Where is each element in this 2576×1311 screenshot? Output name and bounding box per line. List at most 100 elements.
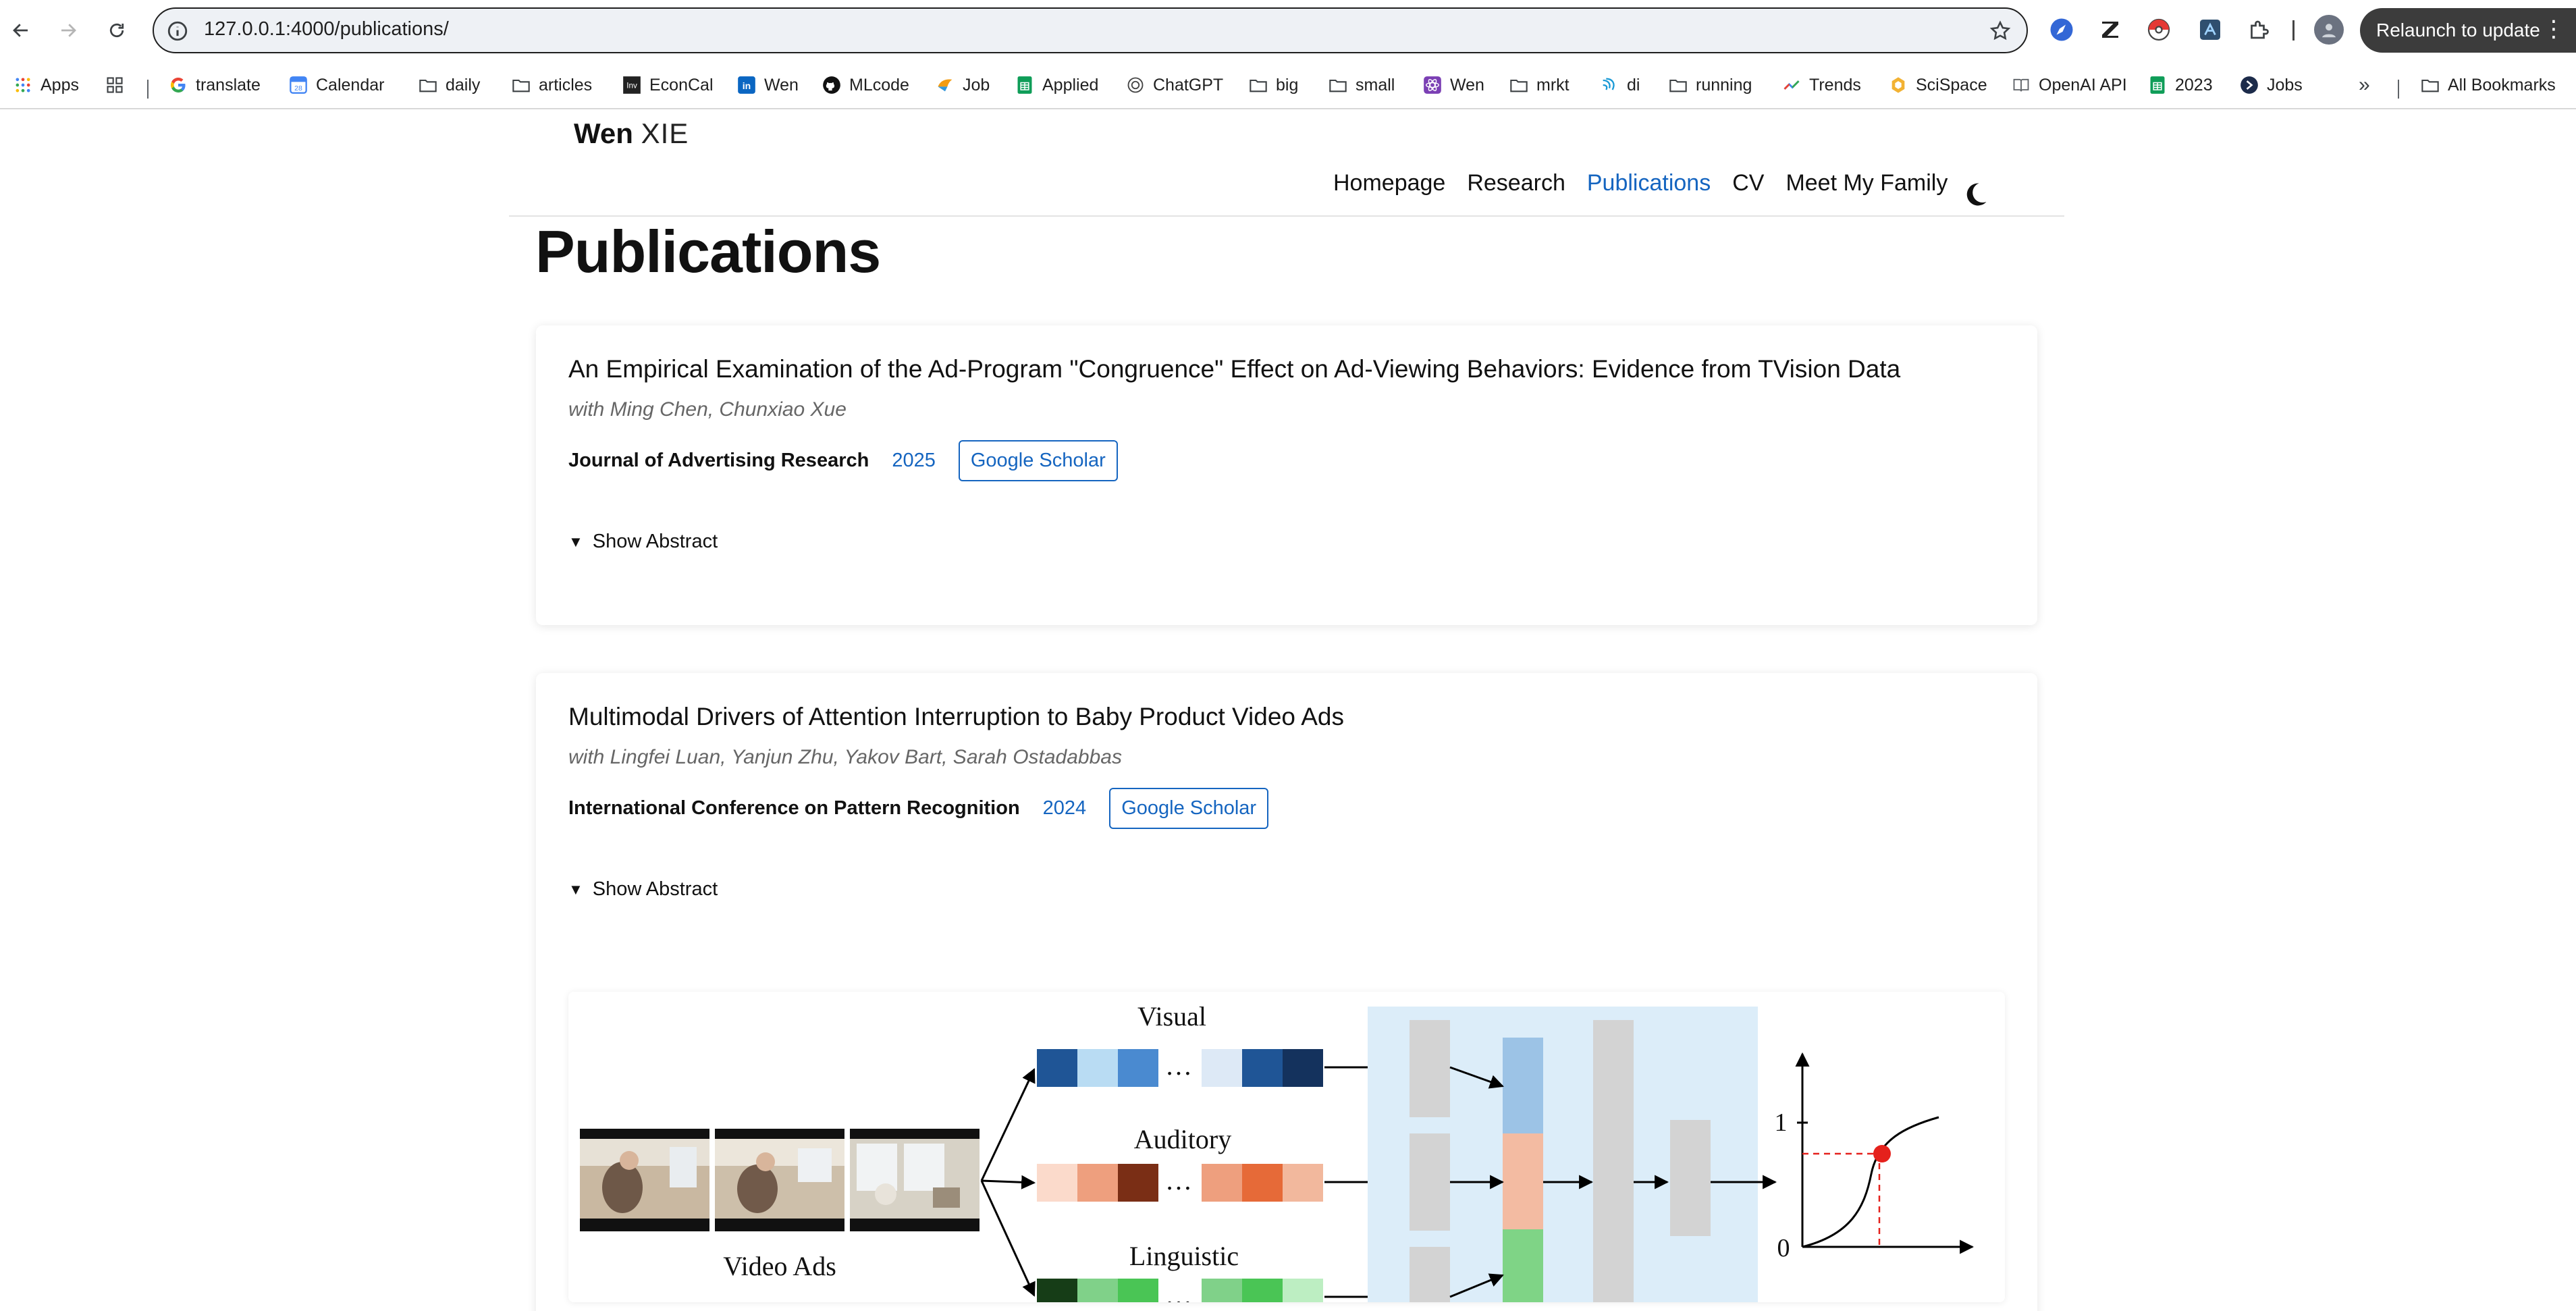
bookmark-mrkt[interactable]: mrkt	[1509, 70, 1569, 100]
publication-meta: International Conference on Pattern Reco…	[568, 788, 1269, 829]
bookmark-di[interactable]: di	[1600, 70, 1640, 100]
bookmark-label: Calendar	[316, 75, 385, 95]
visual-ellipsis: …	[1165, 1050, 1192, 1081]
auditory-token	[1118, 1164, 1158, 1202]
show-abstract-toggle[interactable]: ▼ Show Abstract	[568, 531, 718, 553]
bookmark-calendar[interactable]: 28 Calendar	[289, 70, 384, 100]
publication-card: Multimodal Drivers of Attention Interrup…	[536, 673, 2037, 1311]
bookmark-label: Jobs	[2267, 75, 2303, 95]
relaunch-button[interactable]: Relaunch to update ⋮	[2360, 8, 2576, 53]
bookmark-label: daily	[446, 75, 481, 95]
jobs-icon	[2240, 76, 2259, 95]
bookmark-mlcode[interactable]: MLcode	[822, 70, 909, 100]
bookmark-label: di	[1627, 75, 1640, 95]
investing-icon: Inv	[622, 76, 641, 95]
linguistic-token	[1283, 1279, 1323, 1302]
bookmark-label: running	[1696, 75, 1752, 95]
svg-text:28: 28	[294, 84, 302, 92]
show-abstract-label: Show Abstract	[592, 878, 718, 900]
bookmark-jobs[interactable]: Jobs	[2240, 70, 2303, 100]
profile-avatar[interactable]	[2314, 15, 2344, 45]
bookmark-articles[interactable]: articles	[512, 70, 592, 100]
predicted-point-marker	[1873, 1145, 1891, 1162]
di-icon	[1600, 76, 1619, 95]
bookmark-label: translate	[196, 75, 261, 95]
bookmark-label: Trends	[1809, 75, 1861, 95]
address-bar[interactable]: 127.0.0.1:4000/publications/	[153, 7, 2028, 53]
y-tick-1: 1	[1775, 1108, 1788, 1137]
bookmark-wen-linkedin[interactable]: in Wen	[737, 70, 799, 100]
bookmark-big[interactable]: big	[1249, 70, 1298, 100]
bookmark-2023[interactable]: 2023	[2148, 70, 2213, 100]
linguistic-label: Linguistic	[1129, 1241, 1239, 1271]
bookmark-wen-react[interactable]: Wen	[1423, 70, 1484, 100]
bookmark-small[interactable]: small	[1329, 70, 1395, 100]
bookmark-openai-api[interactable]: OpenAI API	[2012, 70, 2127, 100]
bookmark-running[interactable]: running	[1669, 70, 1752, 100]
kebab-menu-icon[interactable]: ⋮	[2542, 18, 2565, 41]
nav-research[interactable]: Research	[1467, 170, 1565, 196]
bookmark-scispace[interactable]: SciSpace	[1889, 70, 1987, 100]
publication-year[interactable]: 2025	[892, 450, 936, 472]
bookmark-star-icon[interactable]	[1989, 20, 2012, 43]
video-ads-label: Video Ads	[723, 1251, 836, 1281]
site-info-icon[interactable]	[166, 20, 189, 43]
pokeball-extension-icon[interactable]	[2145, 16, 2172, 43]
bookmarks-overflow-button[interactable]: »	[2359, 70, 2370, 100]
show-abstract-label: Show Abstract	[592, 531, 718, 552]
bookmark-chatgpt[interactable]: ChatGPT	[1126, 70, 1223, 100]
bookmark-trends[interactable]: Trends	[1782, 70, 1861, 100]
linguistic-token	[1077, 1279, 1118, 1302]
bookmark-daily[interactable]: daily	[419, 70, 480, 100]
bookmark-all-bookmarks[interactable]: All Bookmarks	[2421, 70, 2556, 100]
show-abstract-toggle[interactable]: ▼ Show Abstract	[568, 878, 718, 901]
folder-icon	[1329, 76, 1347, 95]
folder-icon	[1669, 76, 1688, 95]
bookmark-translate[interactable]: translate	[169, 70, 261, 100]
visual-token	[1077, 1049, 1118, 1087]
bookmark-tab-groups[interactable]	[105, 70, 132, 100]
video-frame	[715, 1129, 844, 1231]
folder-icon	[1249, 76, 1268, 95]
google-icon	[169, 76, 188, 95]
attention-curve-plot: 1 0	[1775, 1052, 1975, 1262]
brand-last-name: XIE	[641, 117, 689, 149]
linguistic-token	[1118, 1279, 1158, 1302]
nav-meet-my-family[interactable]: Meet My Family	[1786, 170, 1948, 196]
bookmark-econcal[interactable]: Inv EconCal	[622, 70, 714, 100]
reader-extension-icon[interactable]	[2197, 16, 2224, 43]
bookmark-apps[interactable]: Apps	[14, 70, 79, 100]
visual-token	[1242, 1049, 1283, 1087]
bookmark-label: Applied	[1042, 75, 1099, 95]
site-brand[interactable]: Wen XIE	[574, 117, 689, 150]
linkedin-icon: in	[737, 76, 756, 95]
nav-cv[interactable]: CV	[1732, 170, 1764, 196]
google-scholar-button[interactable]: Google Scholar	[958, 440, 1118, 481]
forward-button[interactable]	[51, 14, 85, 47]
bookmark-label: EconCal	[649, 75, 714, 95]
fan-out-arrows	[980, 1068, 1036, 1297]
auditory-token	[1202, 1164, 1242, 1202]
url-text[interactable]: 127.0.0.1:4000/publications/	[204, 18, 449, 41]
react-icon	[1423, 76, 1442, 95]
google-scholar-button[interactable]: Google Scholar	[1109, 788, 1269, 829]
zotero-extension-icon[interactable]	[2097, 16, 2124, 43]
auditory-token	[1077, 1164, 1118, 1202]
bookmark-label: All Bookmarks	[2448, 75, 2556, 95]
publication-authors: with Lingfei Luan, Yanjun Zhu, Yakov Bar…	[568, 746, 1122, 768]
bookmark-applied[interactable]: Applied	[1015, 70, 1098, 100]
extensions-puzzle-icon[interactable]	[2245, 16, 2272, 43]
publication-year[interactable]: 2024	[1043, 797, 1087, 820]
nav-homepage[interactable]: Homepage	[1333, 170, 1445, 196]
nav-publications[interactable]: Publications	[1587, 170, 1711, 196]
bookmark-label: Job	[963, 75, 990, 95]
reload-button[interactable]	[100, 14, 134, 47]
publication-venue: Journal of Advertising Research	[568, 450, 869, 471]
bookmark-job[interactable]: Job	[936, 70, 990, 100]
site-navigation: Homepage Research Publications CV Meet M…	[1333, 170, 1948, 196]
rocket-extension-icon[interactable]	[2048, 16, 2075, 43]
back-button[interactable]	[4, 14, 38, 47]
reload-icon	[109, 23, 124, 38]
dark-mode-toggle-icon[interactable]	[1960, 180, 1990, 209]
calendar-icon: 28	[289, 76, 308, 95]
